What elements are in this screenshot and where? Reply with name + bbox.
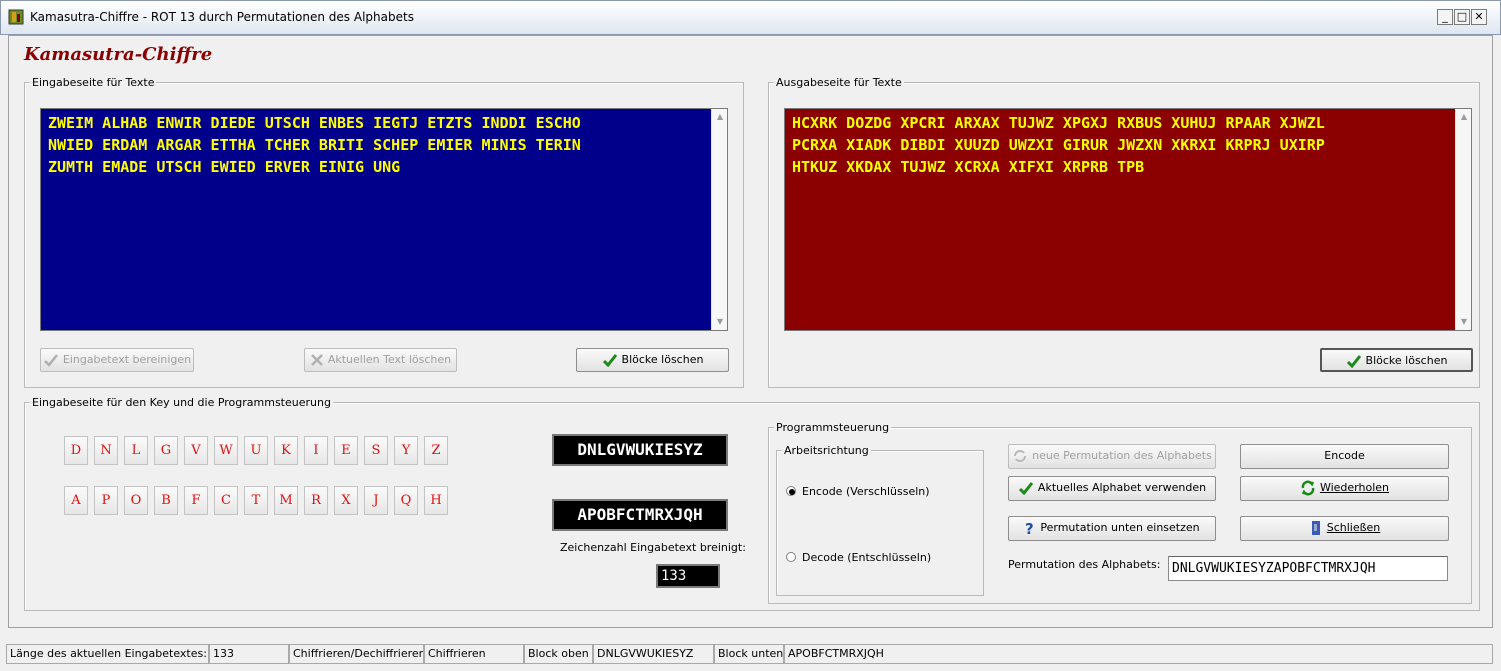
top-key-y[interactable]: Y xyxy=(394,436,418,465)
help-icon: ? xyxy=(1025,520,1034,538)
repeat-button[interactable]: Wiederholen xyxy=(1240,476,1449,501)
status-bottom-label: Block unten xyxy=(714,644,784,664)
output-clear-blocks-button[interactable]: Blöcke löschen xyxy=(1320,348,1473,372)
bottom-key-x[interactable]: X xyxy=(334,486,358,515)
close-button[interactable]: Schließen xyxy=(1240,516,1449,541)
status-top-value: DNLGVWUKIESYZ xyxy=(593,644,714,664)
direction-group-label: Arbeitsrichtung xyxy=(782,444,871,457)
top-key-e[interactable]: E xyxy=(334,436,358,465)
delete-text-button[interactable]: Aktuellen Text löschen xyxy=(304,348,457,372)
refresh-icon xyxy=(1301,480,1315,496)
output-group-label: Ausgabeseite für Texte xyxy=(774,76,904,89)
refresh-icon xyxy=(1014,450,1027,462)
status-mode-label: Chiffrieren/Dechiffrieren xyxy=(289,644,424,664)
top-key-u[interactable]: U xyxy=(244,436,268,465)
encode-button[interactable]: Encode xyxy=(1240,444,1449,469)
svg-text:?: ? xyxy=(1025,521,1034,535)
top-key-n[interactable]: N xyxy=(94,436,118,465)
top-key-d[interactable]: D xyxy=(64,436,88,465)
decode-option-label[interactable]: Decode (Entschlüsseln) xyxy=(802,551,931,564)
status-mode-value: Chiffrieren xyxy=(424,644,524,664)
permutation-label: Permutation des Alphabets: xyxy=(1008,558,1161,571)
top-block-display: DNLGVWUKIESYZ xyxy=(552,434,728,466)
permutation-field[interactable]: DNLGVWUKIESYZAPOBFCTMRXJQH xyxy=(1168,556,1448,581)
bottom-key-q[interactable]: Q xyxy=(394,486,418,515)
x-icon xyxy=(310,354,323,366)
control-group-label: Programmsteuerung xyxy=(774,421,892,434)
check-icon xyxy=(602,354,617,368)
top-key-k[interactable]: K xyxy=(274,436,298,465)
status-top-label: Block oben xyxy=(524,644,593,664)
check-icon xyxy=(1346,355,1361,369)
bottom-key-a[interactable]: A xyxy=(64,486,88,515)
window-title: Kamasutra-Chiffre - ROT 13 durch Permuta… xyxy=(30,10,414,24)
char-count-value: 133 xyxy=(656,564,720,588)
status-length-value: 133 xyxy=(209,644,289,664)
char-count-label: Zeichenzahl Eingabetext breinigt: xyxy=(560,541,746,554)
top-key-w[interactable]: W xyxy=(214,436,238,465)
top-key-i[interactable]: I xyxy=(304,436,328,465)
close-icon[interactable]: ✕ xyxy=(1471,9,1487,25)
top-key-v[interactable]: V xyxy=(184,436,208,465)
status-bottom-value: APOBFCTMRXJQH xyxy=(784,644,1493,664)
new-permutation-button[interactable]: neue Permutation des Alphabets xyxy=(1008,444,1216,469)
bottom-key-f[interactable]: F xyxy=(184,486,208,515)
output-textarea[interactable]: HCXRK DOZDG XPCRI ARXAX TUJWZ XPGXJ RXBU… xyxy=(784,108,1472,331)
bottom-key-h[interactable]: H xyxy=(424,486,448,515)
scroll-up-icon[interactable]: ▲ xyxy=(712,109,728,125)
bottom-key-c[interactable]: C xyxy=(214,486,238,515)
exit-door-icon xyxy=(1311,521,1320,535)
input-scrollbar[interactable]: ▲ ▼ xyxy=(711,109,727,330)
encode-option-label[interactable]: Encode (Verschlüsseln) xyxy=(802,485,930,498)
check-icon xyxy=(43,354,58,367)
bottom-key-b[interactable]: B xyxy=(154,486,178,515)
bottom-key-j[interactable]: J xyxy=(364,486,388,515)
bottom-key-t[interactable]: T xyxy=(244,486,268,515)
top-key-g[interactable]: G xyxy=(154,436,178,465)
check-icon xyxy=(1018,482,1034,496)
top-key-s[interactable]: S xyxy=(364,436,388,465)
use-alphabet-button[interactable]: Aktuelles Alphabet verwenden xyxy=(1008,476,1216,501)
bottom-key-m[interactable]: M xyxy=(274,486,298,515)
top-key-z[interactable]: Z xyxy=(424,436,448,465)
input-group-label: Eingabeseite für Texte xyxy=(30,76,157,89)
app-heading: Kamasutra-Chiffre xyxy=(24,44,213,65)
key-group-label: Eingabeseite für den Key und die Program… xyxy=(30,396,333,409)
scroll-down-icon[interactable]: ▼ xyxy=(712,314,728,330)
direction-group xyxy=(776,450,984,596)
clean-input-button[interactable]: Eingabetext bereinigen xyxy=(40,348,194,372)
bottom-block-display: APOBFCTMRXJQH xyxy=(552,499,728,531)
minimize-icon[interactable]: _ xyxy=(1437,9,1453,25)
top-key-l[interactable]: L xyxy=(124,436,148,465)
insert-permutation-button[interactable]: ? Permutation unten einsetzen xyxy=(1008,516,1216,541)
input-textarea[interactable]: ZWEIM ALHAB ENWIR DIEDE UTSCH ENBES IEGT… xyxy=(40,108,728,331)
bottom-key-p[interactable]: P xyxy=(94,486,118,515)
input-clear-blocks-button[interactable]: Blöcke löschen xyxy=(576,348,729,372)
encode-radio[interactable] xyxy=(786,486,796,496)
status-length-label: Länge des aktuellen Eingabetextes: xyxy=(6,644,209,664)
output-scrollbar[interactable]: ▲ ▼ xyxy=(1455,109,1471,330)
decode-radio[interactable] xyxy=(786,552,796,562)
bottom-key-r[interactable]: R xyxy=(304,486,328,515)
bottom-key-o[interactable]: O xyxy=(124,486,148,515)
scroll-up-icon[interactable]: ▲ xyxy=(1456,109,1472,125)
maximize-icon[interactable]: □ xyxy=(1454,9,1470,25)
scroll-down-icon[interactable]: ▼ xyxy=(1456,314,1472,330)
app-icon xyxy=(8,9,24,25)
